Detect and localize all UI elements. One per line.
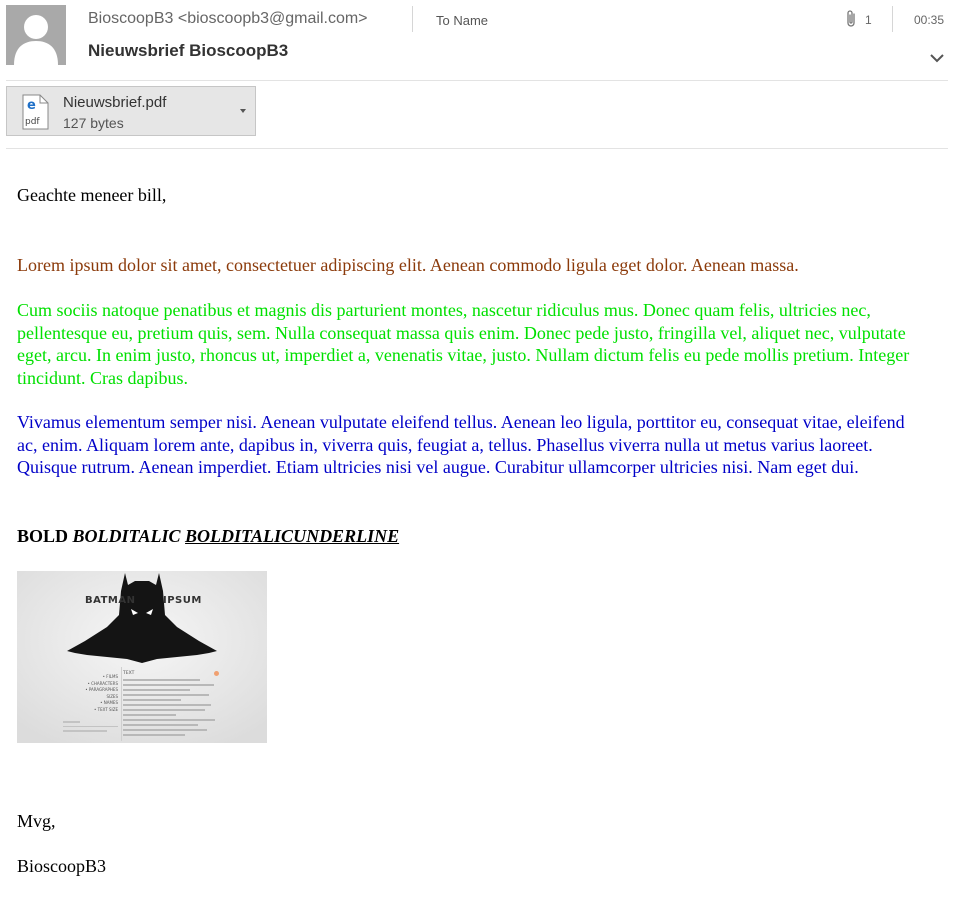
paragraph-blue: Vivamus elementum semper nisi. Aenean vu… <box>17 412 905 477</box>
email-subject: Nieuwsbrief BioscoopB3 <box>88 41 289 60</box>
header-divider <box>892 6 893 32</box>
sender-name: BioscoopB3 <box>88 10 174 27</box>
attachment-count: 1 <box>865 13 872 27</box>
pdf-icon: e pdf <box>22 94 49 130</box>
batman-title-right: IPSUM <box>163 595 202 606</box>
attachment-filename: Nieuwsbrief.pdf <box>63 94 167 111</box>
bolditalicunderline-text: BOLDITALICUNDERLINE <box>185 526 400 546</box>
attachment-separator <box>6 148 948 149</box>
svg-text:pdf: pdf <box>25 117 40 127</box>
email-time: 00:35 <box>914 13 945 27</box>
batman-menu: • FILMS • CHARACTERS • PARAGRAPHES SIZES… <box>73 674 118 713</box>
batman-menu-item: • TEXT SIZE <box>94 706 118 712</box>
sender[interactable]: BioscoopB3 <bioscoopb3@gmail.com> <box>88 10 368 28</box>
header-divider <box>412 6 413 32</box>
closing: Mvg, <box>17 811 56 831</box>
batman-menu-item: • PARAGRAPHES SIZES <box>85 687 118 699</box>
batman-ipsum-image: BATMAN IPSUM • FILMS • CHARACTERS • PARA… <box>17 571 267 743</box>
attachment-size: 127 bytes <box>63 115 124 131</box>
batman-title-left: BATMAN <box>85 595 136 606</box>
attachment-card[interactable]: e pdf Nieuwsbrief.pdf 127 bytes <box>6 86 256 136</box>
svg-text:e: e <box>27 98 36 113</box>
greeting: Geachte meneer bill, <box>17 185 167 205</box>
text-style-line: BOLD BOLDITALIC BOLDITALICUNDERLINE <box>17 526 399 547</box>
bolditalic-text: BOLDITALIC <box>72 526 181 546</box>
signature: BioscoopB3 <box>17 856 107 876</box>
recipient[interactable]: To Name <box>436 13 488 28</box>
batman-text-heading: TEXT <box>123 671 135 676</box>
bold-text: BOLD <box>17 526 69 546</box>
paragraph-green: Cum sociis natoque penatibus et magnis d… <box>17 300 910 388</box>
caret-down-icon[interactable] <box>240 109 246 113</box>
paragraph-brown: Lorem ipsum dolor sit amet, consectetuer… <box>17 255 799 275</box>
header-separator <box>6 80 948 81</box>
person-icon <box>6 5 66 65</box>
sender-email: <bioscoopb3@gmail.com> <box>177 10 368 27</box>
paperclip-icon <box>847 10 855 27</box>
chevron-down-icon[interactable] <box>929 52 945 64</box>
sender-avatar <box>6 5 66 65</box>
batman-text-lines <box>123 679 219 739</box>
batman-accent-dot <box>214 671 219 676</box>
batman-footer-lines <box>63 721 118 735</box>
